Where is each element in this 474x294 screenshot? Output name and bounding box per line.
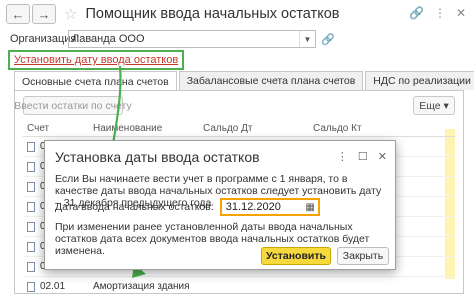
tab-main-accounts[interactable]: Основные счета плана счетов — [14, 71, 177, 91]
set-date-link[interactable]: Установить дату ввода остатков — [8, 50, 185, 70]
back-button[interactable]: ← — [6, 4, 30, 24]
close-button[interactable]: Закрыть — [337, 247, 389, 265]
document-icon — [27, 261, 35, 272]
document-icon — [27, 241, 35, 252]
column-account[interactable]: Счет — [23, 123, 93, 134]
dialog-title: Установка даты ввода остатков — [55, 149, 260, 165]
tab-offbalance-accounts[interactable]: Забалансовые счета плана счетов — [178, 71, 364, 90]
row-account: 02.01 — [40, 281, 66, 292]
dialog-close-icon[interactable]: ✕ — [378, 150, 387, 163]
set-date-dialog: Установка даты ввода остатков ⋮ ☐ ✕ Если… — [44, 140, 396, 270]
document-icon — [27, 281, 35, 292]
more-actions-icon[interactable]: ⋮ — [434, 6, 446, 20]
organization-label: Организация: — [10, 33, 80, 45]
favorite-star-icon[interactable]: ☆ — [64, 5, 77, 23]
column-name[interactable]: Наименование — [93, 123, 203, 134]
link-icon[interactable]: 🔗 — [409, 6, 424, 20]
column-credit[interactable]: Сальдо Кт — [313, 123, 455, 134]
table-row[interactable]: 02.01 Амортизация здания — [23, 277, 455, 294]
close-window-icon[interactable]: ✕ — [456, 6, 466, 20]
window-title: Помощник ввода начальных остатков — [85, 6, 340, 22]
column-debit[interactable]: Сальдо Дт — [203, 123, 313, 134]
tab-bar: Основные счета плана счетов Забалансовые… — [14, 71, 474, 91]
more-button[interactable]: Еще ▾ — [413, 96, 455, 115]
date-label: Дата ввода начальных остатков: — [55, 201, 214, 213]
calendar-icon[interactable]: ▦ — [305, 202, 314, 213]
organization-field[interactable]: Лаванда ООО ▼ — [68, 30, 316, 48]
dialog-maximize-icon[interactable]: ☐ — [358, 150, 368, 163]
chevron-down-icon[interactable]: ▼ — [299, 31, 315, 47]
organization-value: Лаванда ООО — [72, 33, 145, 45]
date-row: Дата ввода начальных остатков: 31.12.202… — [55, 198, 320, 216]
date-value: 31.12.2020 — [225, 201, 281, 213]
enter-balances-button[interactable]: Ввести остатки по счету — [14, 96, 132, 115]
document-icon — [27, 161, 35, 172]
open-organization-icon[interactable]: 🔗 — [321, 33, 335, 46]
document-icon — [27, 141, 35, 152]
dialog-menu-icon[interactable]: ⋮ — [337, 150, 348, 163]
document-icon — [27, 201, 35, 212]
organization-row: Организация: Лаванда ООО ▼ 🔗 — [10, 30, 335, 48]
set-button[interactable]: Установить — [261, 247, 331, 265]
document-icon — [27, 181, 35, 192]
row-name: Амортизация здания — [93, 281, 190, 292]
document-icon — [27, 221, 35, 232]
forward-button[interactable]: → — [32, 4, 56, 24]
tab-vat-sales[interactable]: НДС по реализации — [365, 71, 474, 90]
table-header: Счет Наименование Сальдо Дт Сальдо Кт — [23, 121, 455, 137]
date-input[interactable]: 31.12.2020 ▦ — [219, 198, 320, 216]
window-titlebar: ← → ☆ Помощник ввода начальных остатков … — [0, 0, 474, 28]
